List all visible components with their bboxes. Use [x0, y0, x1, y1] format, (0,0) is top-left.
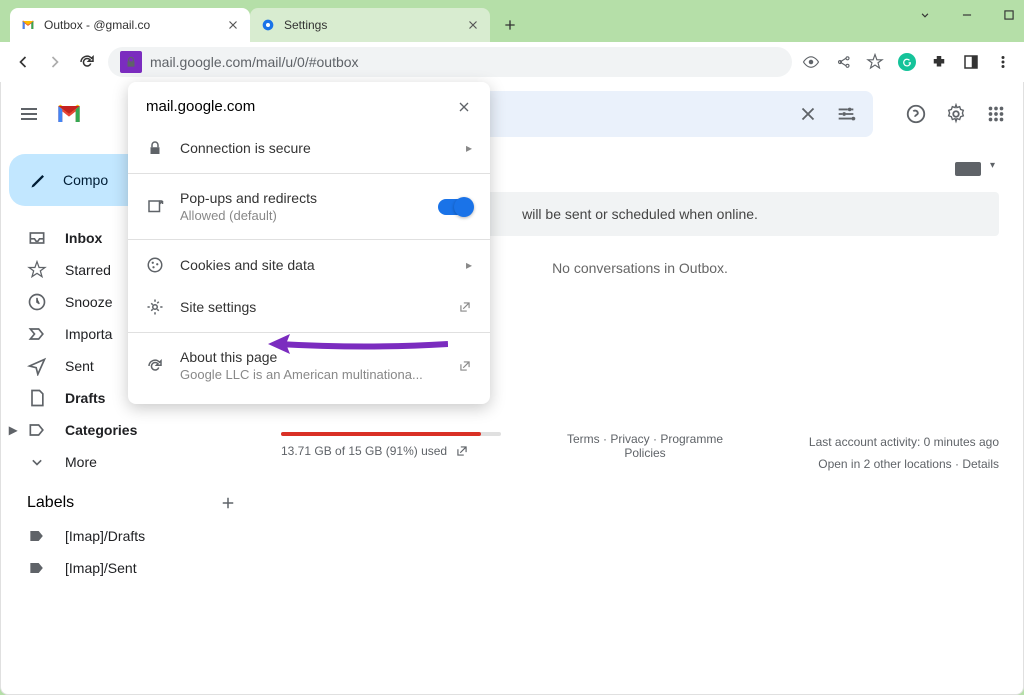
- nav-label: Starred: [65, 262, 111, 278]
- grammarly-icon[interactable]: [898, 53, 916, 71]
- tune-icon[interactable]: [835, 103, 857, 125]
- connection-secure-row[interactable]: Connection is secure ▸: [128, 127, 490, 169]
- close-icon[interactable]: [797, 103, 819, 125]
- menu-dots-icon[interactable]: [994, 53, 1012, 71]
- popup-sublabel: Allowed (default): [180, 208, 422, 223]
- sidebar-item-more[interactable]: More: [1, 446, 257, 478]
- footer-links[interactable]: Terms · Privacy · Programme Policies: [561, 432, 729, 460]
- refresh-icon: [146, 357, 164, 375]
- forward-button[interactable]: [44, 51, 66, 73]
- labels-header: Labels: [1, 478, 257, 520]
- star-icon[interactable]: [866, 53, 884, 71]
- lock-icon: [124, 55, 138, 69]
- cookies-row[interactable]: Cookies and site data ▸: [128, 244, 490, 286]
- url-bar[interactable]: mail.google.com/mail/u/0/#outbox: [108, 47, 792, 77]
- hamburger-icon[interactable]: [17, 102, 41, 126]
- inbox-icon: [27, 228, 47, 248]
- close-icon[interactable]: [226, 18, 240, 32]
- label-item[interactable]: [Imap]/Drafts: [1, 520, 257, 552]
- storage-info: 13.71 GB of 15 GB (91%) used: [281, 432, 521, 458]
- gmail-logo-icon[interactable]: [53, 98, 85, 130]
- toggle-switch[interactable]: [438, 199, 472, 215]
- minimize-icon[interactable]: [960, 8, 974, 22]
- label-name: [Imap]/Drafts: [65, 528, 145, 544]
- important-icon: [27, 324, 47, 344]
- nav-label: Importa: [65, 326, 112, 342]
- tab-title: Settings: [284, 18, 458, 32]
- settings-favicon-icon: [260, 17, 276, 33]
- clock-icon: [27, 292, 47, 312]
- storage-text: 13.71 GB of 15 GB (91%) used: [281, 444, 447, 458]
- pencil-icon: [29, 170, 49, 190]
- external-link-icon: [458, 359, 472, 373]
- nav-label: Snooze: [65, 294, 112, 310]
- tab-bar: Outbox - @gmail.co Settings: [0, 0, 1024, 42]
- help-icon[interactable]: [905, 103, 927, 125]
- nav-label: More: [65, 454, 97, 470]
- site-settings-row[interactable]: Site settings: [128, 286, 490, 328]
- input-method-button[interactable]: [955, 162, 999, 176]
- extensions-icon[interactable]: [930, 53, 948, 71]
- site-info-button[interactable]: [120, 51, 142, 73]
- nav-label: Drafts: [65, 390, 105, 406]
- eye-icon[interactable]: [802, 53, 820, 71]
- popup-label: Site settings: [180, 299, 442, 315]
- chevron-down-icon[interactable]: [918, 8, 932, 22]
- label-icon: [27, 558, 47, 578]
- chevron-right-icon: ▸: [466, 141, 472, 155]
- label-icon: [27, 420, 47, 440]
- close-icon[interactable]: [466, 18, 480, 32]
- expand-arrow-icon: ▸: [9, 420, 17, 440]
- share-icon[interactable]: [834, 53, 852, 71]
- compose-label: Compo: [63, 172, 108, 188]
- new-tab-button[interactable]: [496, 11, 524, 39]
- tab-outbox[interactable]: Outbox - @gmail.co: [10, 8, 250, 42]
- close-icon[interactable]: [456, 99, 472, 115]
- file-icon: [27, 388, 47, 408]
- label-icon: [27, 526, 47, 546]
- external-link-icon[interactable]: [455, 444, 469, 458]
- star-icon: [27, 260, 47, 280]
- chevron-right-icon: ▸: [466, 258, 472, 272]
- reload-button[interactable]: [76, 51, 98, 73]
- cookie-icon: [146, 256, 164, 274]
- nav-label: Sent: [65, 358, 94, 374]
- sidepanel-icon[interactable]: [962, 53, 980, 71]
- tab-settings[interactable]: Settings: [250, 8, 490, 42]
- sidebar-item-categories[interactable]: ▸ Categories: [1, 414, 257, 446]
- popup-label: Connection is secure: [180, 140, 450, 156]
- label-item[interactable]: [Imap]/Sent: [1, 552, 257, 584]
- popup-label: Cookies and site data: [180, 257, 450, 273]
- chevron-down-icon: [27, 452, 47, 472]
- popup-domain: mail.google.com: [146, 98, 255, 115]
- tab-title: Outbox - @gmail.co: [44, 18, 218, 32]
- popup-window-icon: [146, 198, 164, 216]
- annotation-arrow-icon: [268, 329, 448, 359]
- gear-icon[interactable]: [945, 103, 967, 125]
- add-label-button[interactable]: [219, 494, 237, 512]
- url-text: mail.google.com/mail/u/0/#outbox: [150, 54, 359, 70]
- popup-sublabel: Google LLC is an American multinationa..…: [180, 367, 442, 382]
- popup-label: Pop-ups and redirects: [180, 190, 422, 206]
- nav-label: Inbox: [65, 230, 102, 246]
- external-link-icon: [458, 300, 472, 314]
- nav-label: Categories: [65, 422, 137, 438]
- footer-activity: Last account activity: 0 minutes ago Ope…: [769, 432, 999, 475]
- maximize-icon[interactable]: [1002, 8, 1016, 22]
- gear-icon: [146, 298, 164, 316]
- label-name: [Imap]/Sent: [65, 560, 137, 576]
- footer: 13.71 GB of 15 GB (91%) used Terms · Pri…: [281, 412, 999, 495]
- send-icon: [27, 356, 47, 376]
- keyboard-icon: [955, 162, 981, 176]
- lock-icon: [146, 139, 164, 157]
- back-button[interactable]: [12, 51, 34, 73]
- address-bar-row: mail.google.com/mail/u/0/#outbox: [0, 42, 1024, 82]
- storage-progress-bar: [281, 432, 501, 436]
- gmail-favicon-icon: [20, 17, 36, 33]
- labels-title: Labels: [27, 494, 74, 512]
- popups-redirects-row[interactable]: Pop-ups and redirects Allowed (default): [128, 178, 490, 235]
- apps-icon[interactable]: [985, 103, 1007, 125]
